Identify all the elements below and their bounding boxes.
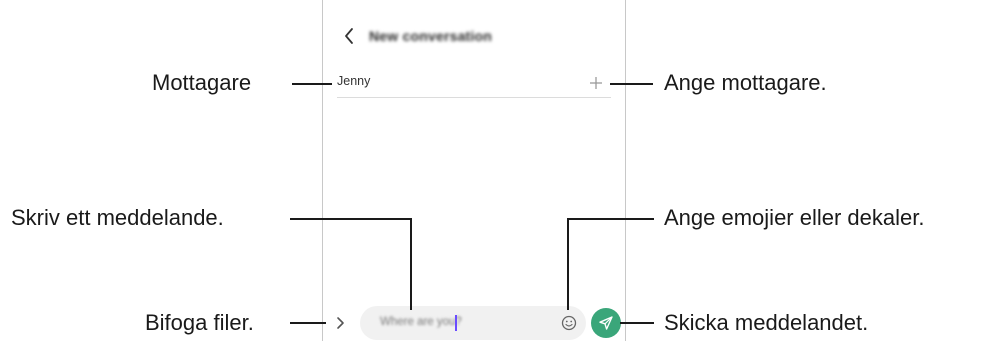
callout-line-write-message-v	[410, 218, 412, 310]
callout-send-message: Skicka meddelandet.	[664, 310, 869, 335]
callout-line-write-message-h	[290, 218, 412, 220]
send-button[interactable]	[591, 308, 621, 338]
callout-write-message: Skriv ett meddelande.	[11, 205, 224, 230]
message-placeholder: Where are you?	[380, 316, 462, 328]
callout-attach-files: Bifoga filer.	[145, 310, 254, 335]
callout-add-recipient: Ange mottagare.	[664, 70, 827, 95]
callout-line-add-recipient	[610, 83, 653, 85]
plus-icon	[590, 77, 602, 89]
callout-emoji-stickers: Ange emojier eller dekaler.	[664, 205, 925, 230]
callout-line-recipient	[292, 83, 332, 85]
chevron-right-icon	[337, 317, 344, 329]
emoji-button[interactable]	[560, 314, 578, 332]
emoji-icon	[561, 315, 577, 331]
callout-recipient: Mottagare	[152, 70, 252, 95]
callout-line-emoji-v	[567, 218, 569, 310]
phone-screen: New conversation Jenny Where are you?	[322, 0, 626, 341]
callout-line-send	[620, 322, 654, 324]
back-arrow-icon	[345, 28, 353, 44]
recipient-divider	[337, 97, 611, 98]
callout-line-emoji-h	[567, 218, 654, 220]
screen-title: New conversation	[369, 28, 493, 44]
message-input[interactable]: Where are you?	[360, 306, 586, 340]
back-button[interactable]	[339, 22, 359, 50]
add-recipient-button[interactable]	[587, 74, 605, 92]
send-icon	[599, 316, 613, 330]
callout-line-attach	[290, 322, 326, 324]
text-cursor	[455, 315, 457, 331]
attach-button[interactable]	[333, 312, 349, 334]
recipient-field[interactable]: Jenny	[337, 74, 370, 88]
